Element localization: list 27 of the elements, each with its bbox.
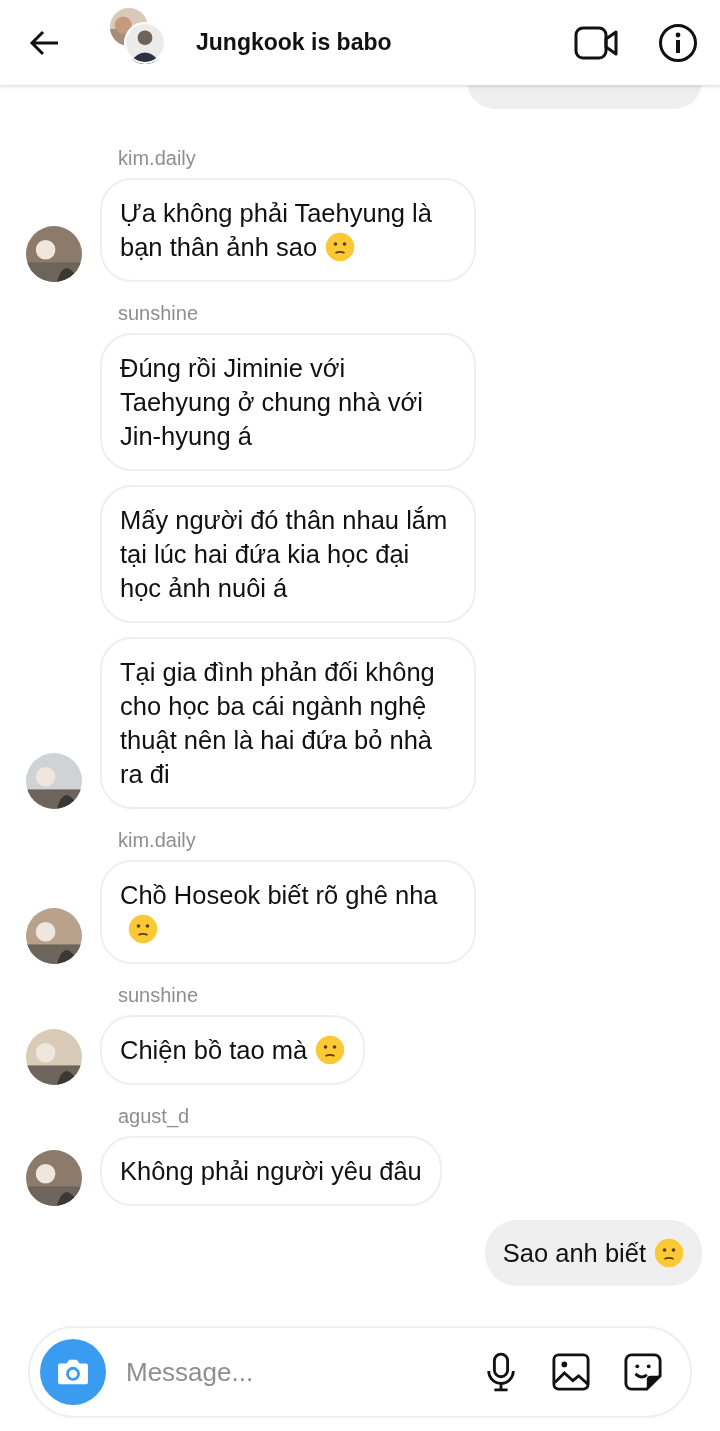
chat-title[interactable]: Jungkook is babo — [196, 29, 574, 56]
camera-icon — [56, 1358, 90, 1386]
message-bubble[interactable]: Sao anh biết — [484, 1220, 702, 1286]
sender-name: kim.daily — [118, 147, 197, 170]
emoji-icon — [315, 1035, 346, 1065]
message-input[interactable]: Message... — [124, 1355, 450, 1389]
back-icon[interactable] — [28, 28, 60, 57]
message-bubble[interactable]: Chồ Hoseok biết rõ ghê nha — [100, 860, 476, 964]
message-bubble[interactable]: Đúng rồi Jiminie với Taehyung ở chung nhà với Jin-hyung á — [100, 333, 476, 471]
emoji-icon — [654, 1238, 684, 1268]
sender-name: sunshine — [118, 984, 200, 1007]
message-bubble[interactable]: Không phải người yêu đâu — [100, 1136, 442, 1206]
info-icon[interactable] — [658, 22, 698, 63]
message-bubble[interactable]: Tại gia đình phản đối không cho học ba cái ngành nghệ thuật nên là hai đứa bỏ nhà ra đi — [100, 637, 476, 809]
sender-name: sunshine — [118, 302, 200, 325]
emoji-icon — [325, 232, 356, 262]
emoji-icon — [128, 914, 158, 944]
sticker-icon[interactable] — [624, 1353, 662, 1391]
message-bubble[interactable]: Ựa không phải Taehyung là bạn thân ảnh sao — [100, 178, 476, 282]
camera-button[interactable] — [40, 1339, 106, 1405]
sender-name: kim.daily — [118, 829, 197, 852]
microphone-icon[interactable] — [484, 1352, 518, 1392]
message-bubble[interactable]: Mấy người đó thân nhau lắm tại lúc hai đứa kia học đại học ảnh nuôi á — [100, 485, 476, 623]
image-icon[interactable] — [552, 1353, 590, 1391]
sender-name: agust_d — [118, 1105, 191, 1128]
video-call-icon[interactable] — [574, 24, 618, 61]
message-bubble[interactable]: Chiện bồ tao mà — [100, 1015, 366, 1085]
